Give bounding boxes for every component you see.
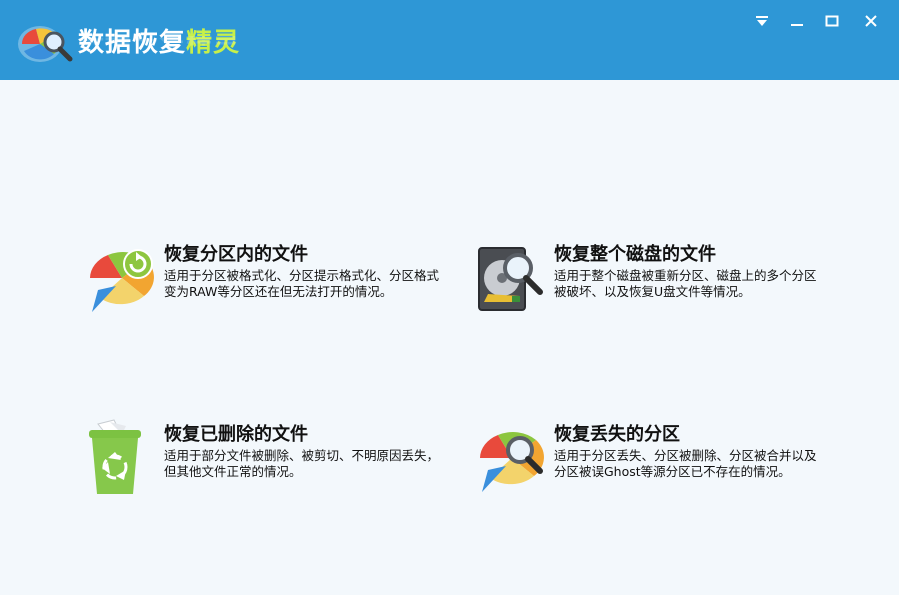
title-bar[interactable]: 数据恢复精灵 数据恢复精灵 <box>0 0 899 80</box>
option-title: 恢复丢失的分区 <box>554 424 680 445</box>
option-recover-deleted-files[interactable]: 恢复已删除的文件 适用于部分文件被删除、被剪切、不明原因丢失，但其他文件正常的情… <box>86 418 466 528</box>
option-title: 恢复已删除的文件 <box>164 424 308 445</box>
app-title-reflection: 数据恢复精灵 <box>78 36 240 52</box>
option-recover-whole-disk[interactable]: 恢复整个磁盘的文件 适用于整个磁盘被重新分区、磁盘上的多个分区被破坏、以及恢复U… <box>476 238 856 348</box>
app-title-reflection-accent: 精灵 <box>186 36 240 46</box>
option-description: 适用于整个磁盘被重新分区、磁盘上的多个分区被破坏、以及恢复U盘文件等情况。 <box>554 268 817 299</box>
option-title: 恢复整个磁盘的文件 <box>554 244 716 265</box>
app-title-reflection-main: 数据恢复 <box>78 36 186 46</box>
pie-chart-refresh-icon <box>86 238 158 312</box>
minimize-icon <box>791 24 803 26</box>
dropdown-menu-icon <box>756 16 768 26</box>
close-button[interactable] <box>858 10 884 32</box>
hard-disk-magnifier-icon <box>476 238 548 311</box>
option-description: 适用于分区丢失、分区被删除、分区被合并以及分区被误Ghost等源分区已不存在的情… <box>554 448 817 479</box>
pie-chart-magnifier-icon <box>476 418 548 492</box>
option-recover-partition-files[interactable]: 恢复分区内的文件 适用于分区被格式化、分区提示格式化、分区格式变为RAW等分区还… <box>86 238 466 348</box>
option-description: 适用于部分文件被删除、被剪切、不明原因丢失，但其他文件正常的情况。 <box>164 448 440 479</box>
menu-dropdown-button[interactable] <box>749 10 775 32</box>
close-icon <box>865 15 877 27</box>
minimize-button[interactable] <box>784 10 810 32</box>
option-recover-lost-partition[interactable]: 恢复丢失的分区 适用于分区丢失、分区被删除、分区被合并以及分区被误Ghost等源… <box>476 418 856 528</box>
recycle-bin-icon <box>86 418 158 494</box>
option-title: 恢复分区内的文件 <box>164 244 308 265</box>
maximize-icon <box>825 15 839 27</box>
maximize-button[interactable] <box>819 10 845 32</box>
option-description: 适用于分区被格式化、分区提示格式化、分区格式变为RAW等分区还在但无法打开的情况… <box>164 268 440 299</box>
app-logo-icon <box>14 18 76 68</box>
